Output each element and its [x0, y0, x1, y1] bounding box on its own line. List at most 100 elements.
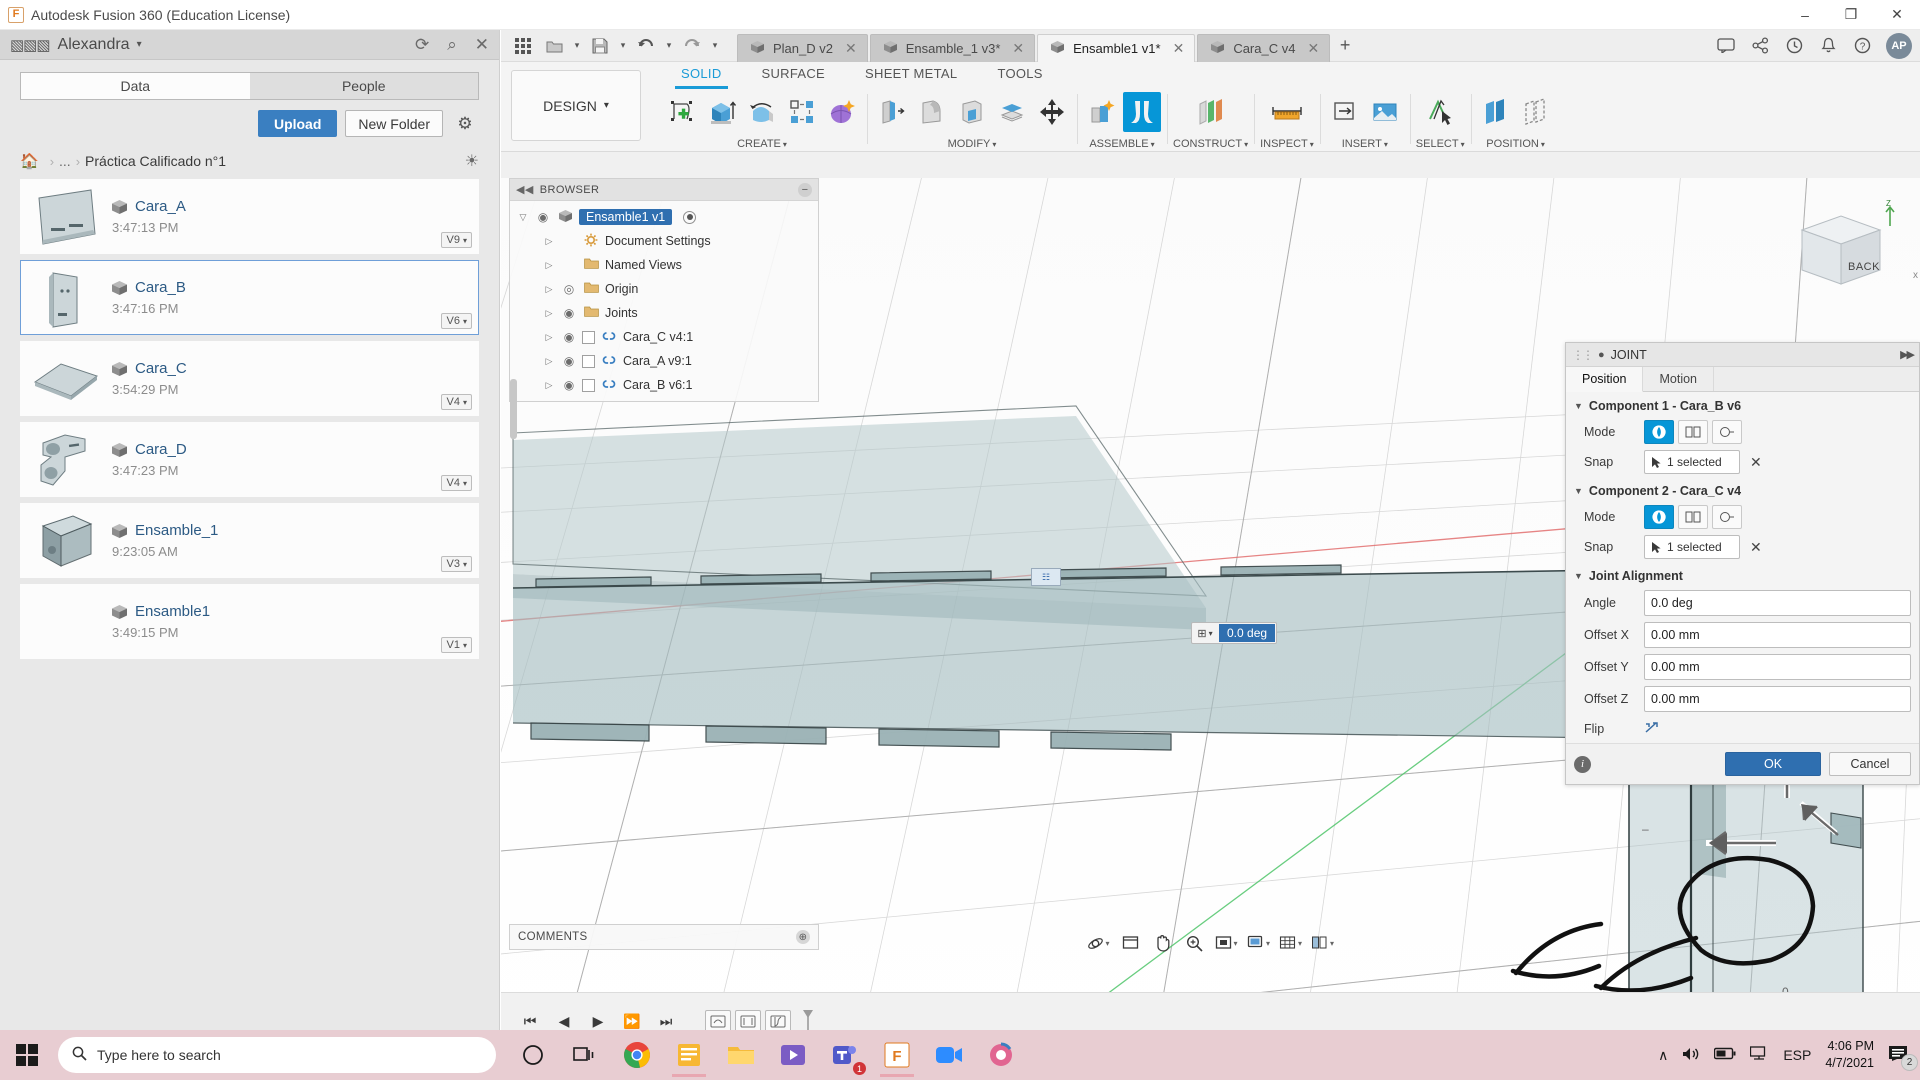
notifications-icon[interactable]	[1814, 33, 1842, 59]
file-name-row[interactable]: Cara_A	[111, 198, 186, 215]
share-icon[interactable]	[1746, 33, 1774, 59]
chevron-down-icon[interactable]: ▾	[1298, 939, 1302, 948]
chevron-down-icon[interactable]: ▾	[1330, 939, 1334, 948]
expand-arrow-icon[interactable]: ▷	[542, 308, 556, 319]
avatar[interactable]: AP	[1886, 32, 1912, 59]
network-icon[interactable]	[1750, 1045, 1769, 1065]
chevron-down-icon[interactable]: ▾	[1384, 140, 1388, 149]
gear-icon[interactable]: ⚙	[451, 110, 479, 137]
component1-clear-icon[interactable]: ✕	[1750, 454, 1762, 471]
chevron-down-icon[interactable]: ▾	[1151, 140, 1155, 149]
expand-arrow-icon[interactable]: ▷	[542, 236, 556, 247]
joint-alignment-section-header[interactable]: ▼ Joint Alignment	[1566, 562, 1919, 587]
viewports-icon[interactable]: ▾	[1308, 930, 1338, 956]
info-icon[interactable]: i	[1574, 755, 1591, 773]
joint-mode-planar-icon[interactable]	[1644, 420, 1674, 444]
expand-arrow-icon[interactable]: ▷	[542, 380, 556, 391]
tree-node[interactable]: ▷ ◉ Cara_A v9:1	[510, 349, 818, 373]
tab-motion[interactable]: Motion	[1643, 367, 1715, 391]
insert-canvas-icon[interactable]	[1366, 92, 1404, 132]
ok-button[interactable]: OK	[1725, 752, 1821, 776]
chevron-down-icon[interactable]: ▾	[992, 140, 996, 149]
offset-z-input[interactable]: 0.00 mm	[1644, 686, 1911, 712]
document-tab[interactable]: Ensamble_1 v3* ✕	[869, 33, 1036, 62]
undo-chevron-down-icon[interactable]: ▾	[663, 33, 675, 59]
form-icon[interactable]	[823, 92, 861, 132]
insert-derive-icon[interactable]	[1326, 92, 1364, 132]
close-panel-icon[interactable]: ✕	[475, 35, 489, 55]
workspace-tab-solid[interactable]: SOLID	[661, 62, 742, 89]
chevron-down-icon[interactable]: ▾	[783, 140, 787, 149]
angle-input[interactable]: 0.0 deg	[1644, 590, 1911, 616]
chevron-down-icon[interactable]: ▾	[1541, 140, 1545, 149]
visibility-eye-icon[interactable]: ◉	[561, 330, 577, 344]
file-row[interactable]: Ensamble_1 9:23:05 AM V3 ▾	[20, 503, 479, 578]
comments-panel[interactable]: COMMENTS ⊕	[509, 924, 819, 950]
revolve-icon[interactable]	[743, 92, 781, 132]
cortana-icon[interactable]	[510, 1032, 556, 1078]
move-copy-icon[interactable]	[1033, 92, 1071, 132]
inline-angle-value[interactable]: 0.0 deg	[1219, 624, 1276, 642]
globe-icon[interactable]: ☀	[465, 151, 479, 171]
component2-snap-selection[interactable]: 1 selected	[1644, 535, 1740, 559]
inline-angle-icon[interactable]: ⊞ ▾	[1192, 623, 1218, 643]
undo-icon[interactable]	[632, 33, 660, 59]
offset-plane-icon[interactable]	[1189, 92, 1233, 132]
file-name-row[interactable]: Ensamble1	[111, 603, 210, 620]
recorder-icon[interactable]	[978, 1032, 1024, 1078]
refresh-icon[interactable]: ⟳	[415, 35, 429, 55]
comment-icon[interactable]	[1712, 33, 1740, 59]
fusion360-icon[interactable]: F	[874, 1032, 920, 1078]
version-badge[interactable]: V6 ▾	[440, 313, 472, 329]
help-icon[interactable]: ?	[1848, 33, 1876, 59]
chevron-down-icon[interactable]: ▾	[1266, 939, 1270, 948]
tree-node[interactable]: ▷ ◉ Cara_C v4:1	[510, 325, 818, 349]
language-indicator[interactable]: ESP	[1783, 1047, 1811, 1063]
task-view-icon[interactable]	[562, 1032, 608, 1078]
expand-right-icon[interactable]: ▶▶	[1900, 348, 1915, 361]
offset-x-input[interactable]: 0.00 mm	[1644, 622, 1911, 648]
tree-node[interactable]: ▷ Named Views	[510, 253, 818, 277]
comments-minimize-icon[interactable]: ⊕	[796, 930, 810, 944]
component1-snap-selection[interactable]: 1 selected	[1644, 450, 1740, 474]
volume-icon[interactable]	[1682, 1046, 1700, 1065]
file-row[interactable]: Cara_C 3:54:29 PM V4 ▾	[20, 341, 479, 416]
document-tab[interactable]: Ensamble1 v1* ✕	[1037, 33, 1196, 62]
expand-arrow-icon[interactable]: ▷	[542, 356, 556, 367]
version-badge[interactable]: V4 ▾	[440, 394, 472, 410]
split-face-icon[interactable]	[993, 92, 1031, 132]
chevron-down-icon[interactable]: ▾	[137, 39, 142, 50]
new-file-icon[interactable]	[540, 33, 568, 59]
joint-mode-between-two-faces-icon[interactable]	[1678, 505, 1708, 529]
node-checkbox[interactable]	[582, 354, 595, 368]
expand-arrow-icon[interactable]: ▷	[542, 260, 556, 271]
tree-node[interactable]: ▷ Document Settings	[510, 229, 818, 253]
collapse-left-icon[interactable]: ◀◀	[516, 183, 534, 196]
inline-angle-field[interactable]: ⊞ ▾ 0.0 deg	[1191, 622, 1278, 644]
tab-data[interactable]: Data	[20, 72, 250, 100]
visibility-eye-icon[interactable]: ◉	[561, 378, 577, 392]
expand-arrow-icon[interactable]: ▽	[516, 212, 530, 223]
workspace-switcher[interactable]: DESIGN ▾	[511, 70, 641, 141]
press-pull-icon[interactable]	[873, 92, 911, 132]
new-component-icon[interactable]	[1083, 92, 1121, 132]
tab-people[interactable]: People	[249, 72, 479, 100]
new-file-chevron-down-icon[interactable]: ▾	[571, 33, 583, 59]
file-row[interactable]: Cara_D 3:47:23 PM V4 ▾	[20, 422, 479, 497]
measure-icon[interactable]	[1265, 92, 1309, 132]
battery-icon[interactable]	[1714, 1047, 1736, 1063]
joint-mode-between-two-faces-icon[interactable]	[1678, 420, 1708, 444]
select-icon[interactable]	[1418, 92, 1462, 132]
display-settings-icon[interactable]: ▾	[1244, 930, 1274, 956]
teams-icon[interactable]: 1	[822, 1032, 868, 1078]
file-name-row[interactable]: Ensamble_1	[111, 522, 218, 539]
chevron-down-icon[interactable]: ▾	[1244, 140, 1248, 149]
chevron-down-icon[interactable]: ▾	[1310, 140, 1314, 149]
node-checkbox[interactable]	[582, 378, 595, 392]
visibility-eye-icon[interactable]: ◉	[535, 210, 551, 224]
browser-scrollbar[interactable]	[510, 379, 517, 439]
fit-icon[interactable]: ▾	[1212, 930, 1242, 956]
node-checkbox[interactable]	[582, 330, 595, 344]
flip-icon[interactable]	[1644, 721, 1660, 738]
user-name[interactable]: Alexandra	[58, 36, 130, 54]
